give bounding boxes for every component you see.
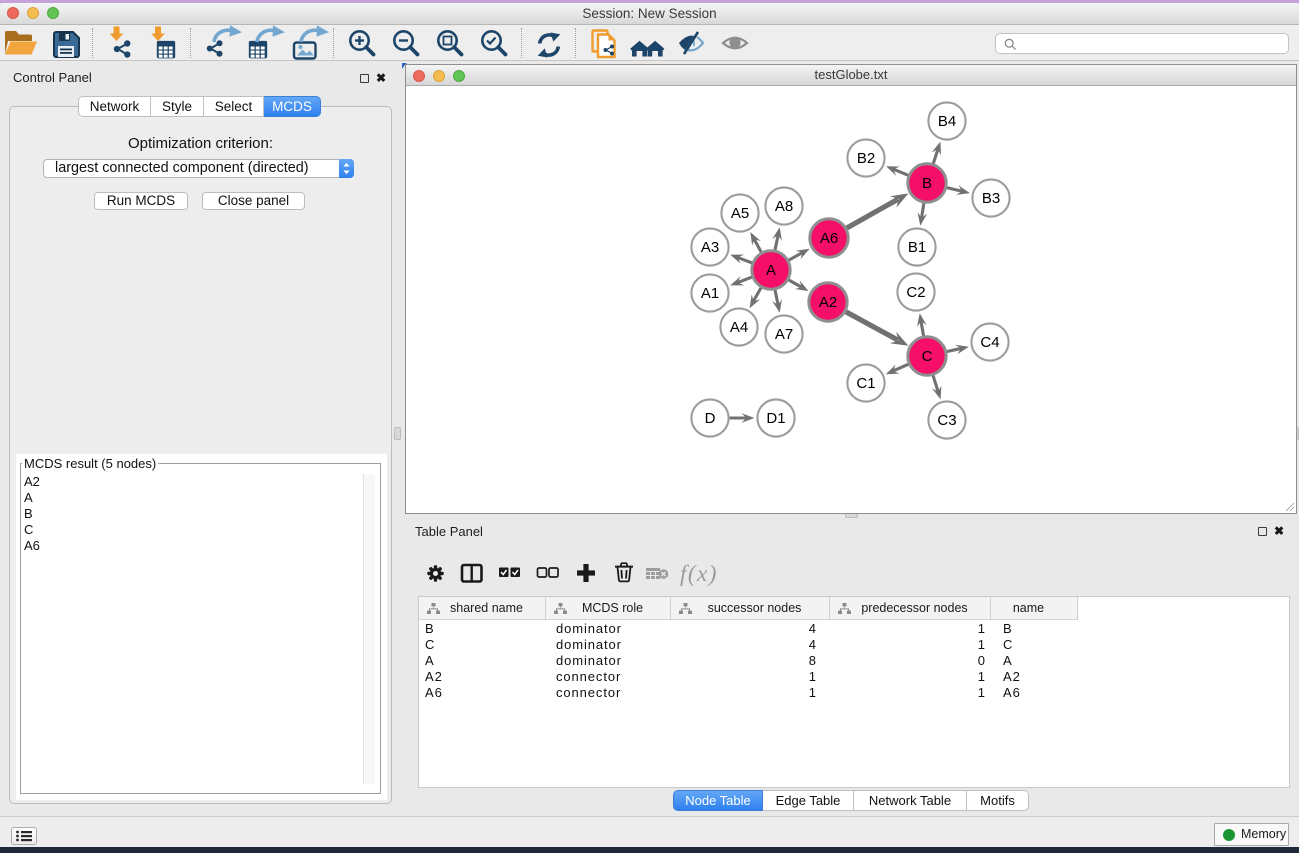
svg-text:B1: B1 — [908, 239, 926, 256]
svg-text:A8: A8 — [775, 198, 793, 215]
svg-text:B: B — [922, 175, 932, 192]
svg-text:A3: A3 — [701, 239, 719, 256]
svg-text:C3: C3 — [937, 412, 956, 429]
svg-text:A2: A2 — [819, 294, 837, 311]
svg-text:D: D — [705, 410, 716, 427]
svg-text:A5: A5 — [731, 205, 749, 222]
svg-text:B3: B3 — [982, 190, 1000, 207]
svg-text:f(x): f(x) — [680, 561, 718, 586]
svg-text:C4: C4 — [980, 334, 999, 351]
svg-text:B2: B2 — [857, 150, 875, 167]
svg-text:C2: C2 — [906, 284, 925, 301]
svg-text:A1: A1 — [701, 285, 719, 302]
svg-text:A: A — [766, 262, 776, 279]
svg-text:A4: A4 — [730, 319, 748, 336]
svg-text:A7: A7 — [775, 326, 793, 343]
svg-text:C: C — [922, 348, 933, 365]
svg-text:B4: B4 — [938, 113, 956, 130]
svg-text:C1: C1 — [856, 375, 875, 392]
svg-text:D1: D1 — [766, 410, 785, 427]
svg-text:A6: A6 — [820, 230, 838, 247]
